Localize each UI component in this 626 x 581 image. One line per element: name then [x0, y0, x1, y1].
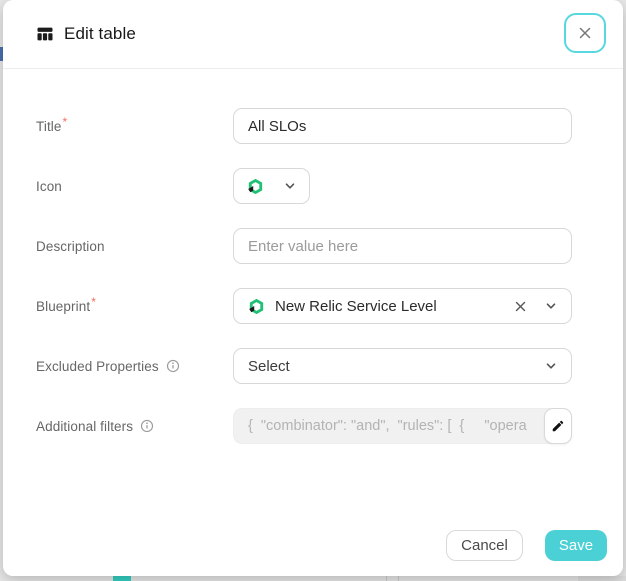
dialog-title: Edit table: [64, 24, 136, 44]
title-field-row: Title*: [36, 108, 572, 144]
blueprint-label: Blueprint*: [36, 288, 96, 324]
pencil-icon: [551, 419, 565, 433]
additional-filters-value-field: { "combinator": "and", "rules": [ { "ope…: [233, 408, 572, 444]
save-button[interactable]: Save: [545, 530, 607, 561]
background-divider: [398, 576, 399, 581]
new-relic-icon: [248, 298, 265, 315]
chevron-down-icon: [284, 180, 296, 192]
dialog-header: Edit table: [3, 0, 623, 69]
title-input[interactable]: [233, 108, 572, 144]
edit-filters-button[interactable]: [544, 408, 572, 444]
chevron-down-icon: [545, 289, 557, 323]
required-asterisk: *: [63, 115, 68, 129]
title-label: Title*: [36, 108, 67, 144]
additional-filters-json: { "combinator": "and", "rules": [ { "ope…: [248, 418, 527, 434]
icon-dropdown[interactable]: [233, 168, 310, 204]
icon-field-row: Icon: [36, 168, 572, 204]
close-button[interactable]: [564, 13, 606, 53]
additional-filters-field-row: Additional filters { "combinator": "and"…: [36, 408, 572, 444]
info-icon[interactable]: [140, 419, 154, 433]
description-label: Description: [36, 228, 105, 264]
blueprint-field-row: Blueprint* New Relic Service Level: [36, 288, 572, 324]
table-icon: [36, 25, 54, 43]
required-asterisk: *: [91, 295, 96, 309]
new-relic-icon: [247, 178, 264, 195]
excluded-properties-label: Excluded Properties: [36, 348, 180, 384]
blueprint-select[interactable]: New Relic Service Level: [233, 288, 572, 324]
additional-filters-label: Additional filters: [36, 408, 154, 444]
background-teal-bar: [113, 576, 131, 581]
info-icon[interactable]: [166, 359, 180, 373]
background-divider: [386, 576, 387, 581]
cancel-button[interactable]: Cancel: [446, 530, 523, 561]
clear-selection-button[interactable]: [514, 289, 527, 323]
edit-table-dialog: Edit table Title* Icon: [3, 0, 623, 576]
close-icon: [577, 25, 593, 41]
blueprint-selected-value: New Relic Service Level: [275, 298, 437, 315]
chevron-down-icon: [545, 349, 557, 383]
description-input[interactable]: [233, 228, 572, 264]
icon-label: Icon: [36, 168, 62, 204]
description-field-row: Description: [36, 228, 572, 264]
excluded-properties-placeholder: Select: [248, 358, 290, 375]
clear-icon: [514, 300, 527, 313]
background-corner-block: [578, 576, 626, 581]
excluded-properties-field-row: Excluded Properties Select: [36, 348, 572, 384]
excluded-properties-select[interactable]: Select: [233, 348, 572, 384]
